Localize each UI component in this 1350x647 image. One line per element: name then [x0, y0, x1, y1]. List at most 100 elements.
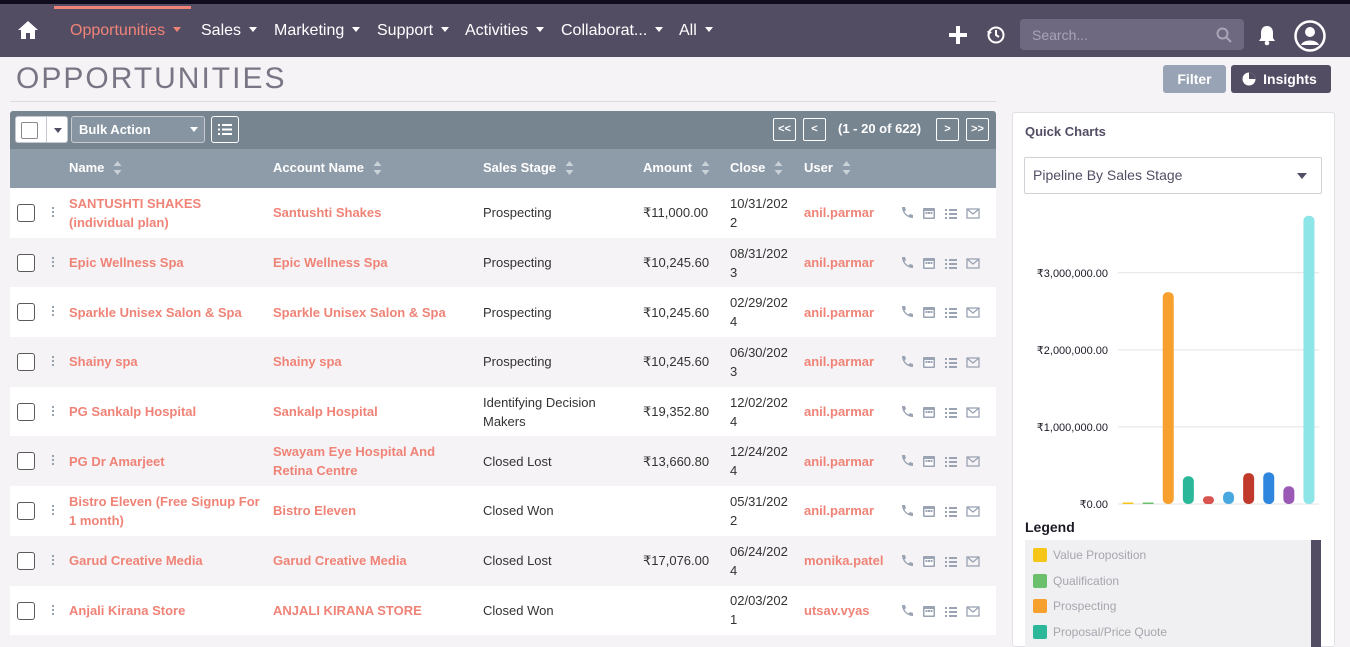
opportunity-name-link[interactable]: Epic Wellness Spa [69, 238, 261, 288]
chart-bar[interactable] [1122, 502, 1134, 505]
account-name-link[interactable]: Garud Creative Media [273, 536, 473, 586]
email-icon[interactable] [966, 256, 980, 270]
tasks-icon[interactable] [944, 405, 958, 419]
row-checkbox[interactable] [17, 402, 35, 421]
account-name-link[interactable]: Santushti Shakes [273, 188, 473, 238]
row-menu-icon[interactable] [51, 504, 55, 516]
phone-icon[interactable] [900, 554, 914, 568]
tasks-icon[interactable] [944, 504, 958, 518]
opportunity-name-link[interactable]: PG Sankalp Hospital [69, 387, 261, 437]
assigned-user-link[interactable]: anil.parmar [804, 287, 894, 337]
opportunity-name-link[interactable]: PG Dr Amarjeet [69, 436, 261, 486]
phone-icon[interactable] [900, 355, 914, 369]
phone-icon[interactable] [900, 604, 914, 618]
tasks-icon[interactable] [944, 256, 958, 270]
column-chooser-button[interactable] [211, 116, 239, 143]
calendar-icon[interactable] [922, 554, 936, 568]
column-header-account-name[interactable]: Account Name [273, 160, 382, 176]
search-icon[interactable] [1216, 27, 1232, 43]
row-menu-icon[interactable] [51, 206, 55, 218]
chart-bar[interactable] [1303, 215, 1315, 504]
menu-marketing[interactable]: Marketing [274, 14, 361, 48]
user-avatar-icon[interactable] [1294, 20, 1326, 52]
account-name-link[interactable]: ANJALI KIRANA STORE [273, 586, 473, 636]
account-name-link[interactable]: Sparkle Unisex Salon & Spa [273, 287, 473, 337]
tasks-icon[interactable] [944, 305, 958, 319]
assigned-user-link[interactable]: anil.parmar [804, 486, 894, 536]
tasks-icon[interactable] [944, 355, 958, 369]
chart-bar[interactable] [1182, 476, 1194, 504]
account-name-link[interactable]: Epic Wellness Spa [273, 238, 473, 288]
chart-bar[interactable] [1162, 292, 1174, 504]
menu-opportunities[interactable]: Opportunities [70, 14, 182, 48]
legend-item[interactable]: Value Proposition [1033, 548, 1146, 562]
assigned-user-link[interactable]: monika.patel [804, 536, 894, 586]
row-menu-icon[interactable] [51, 405, 55, 417]
select-all-dropdown[interactable] [15, 116, 68, 143]
column-header-name[interactable]: Name [69, 160, 122, 176]
row-menu-icon[interactable] [51, 554, 55, 566]
chart-bar[interactable] [1223, 491, 1235, 504]
account-name-link[interactable]: Bistro Eleven [273, 486, 473, 536]
menu-all[interactable]: All [679, 14, 713, 48]
calendar-icon[interactable] [922, 355, 936, 369]
phone-icon[interactable] [900, 206, 914, 220]
tasks-icon[interactable] [944, 554, 958, 568]
row-checkbox[interactable] [17, 452, 35, 471]
row-checkbox[interactable] [17, 303, 35, 322]
chart-bar[interactable] [1283, 486, 1295, 504]
chart-type-select[interactable]: Pipeline By Sales Stage [1024, 157, 1322, 194]
row-menu-icon[interactable] [51, 454, 55, 466]
row-checkbox[interactable] [17, 353, 35, 372]
filter-button[interactable]: Filter [1163, 65, 1226, 93]
bulk-action-dropdown[interactable]: Bulk Action [71, 116, 205, 143]
opportunity-name-link[interactable]: Garud Creative Media [69, 536, 261, 586]
calendar-icon[interactable] [922, 206, 936, 220]
opportunity-name-link[interactable]: Sparkle Unisex Salon & Spa [69, 287, 261, 337]
email-icon[interactable] [966, 305, 980, 319]
menu-support[interactable]: Support [377, 14, 450, 48]
account-name-link[interactable]: Sankalp Hospital [273, 387, 473, 437]
opportunity-name-link[interactable]: Bistro Eleven (Free Signup For 1 month) [69, 486, 261, 536]
tasks-icon[interactable] [944, 604, 958, 618]
row-checkbox[interactable] [17, 601, 35, 620]
row-menu-icon[interactable] [51, 256, 55, 268]
column-header-amount[interactable]: Amount [643, 160, 710, 176]
insights-button[interactable]: Insights [1231, 65, 1331, 93]
email-icon[interactable] [966, 604, 980, 618]
opportunity-name-link[interactable]: SANTUSHTI SHAKES (individual plan) [69, 188, 261, 238]
account-name-link[interactable]: Swayam Eye Hospital And Retina Centre [273, 436, 473, 486]
email-icon[interactable] [966, 206, 980, 220]
plus-icon[interactable] [948, 25, 968, 45]
column-header-close[interactable]: Close [730, 160, 783, 176]
opportunity-name-link[interactable]: Anjali Kirana Store [69, 586, 261, 636]
bell-icon[interactable] [1257, 24, 1277, 46]
calendar-icon[interactable] [922, 504, 936, 518]
menu-sales[interactable]: Sales [201, 14, 258, 48]
calendar-icon[interactable] [922, 454, 936, 468]
phone-icon[interactable] [900, 305, 914, 319]
search-box[interactable] [1020, 19, 1244, 50]
history-icon[interactable] [986, 25, 1006, 45]
email-icon[interactable] [966, 554, 980, 568]
row-menu-icon[interactable] [51, 604, 55, 616]
phone-icon[interactable] [900, 405, 914, 419]
row-menu-icon[interactable] [51, 305, 55, 317]
opportunity-name-link[interactable]: Shainy spa [69, 337, 261, 387]
email-icon[interactable] [966, 504, 980, 518]
account-name-link[interactable]: Shainy spa [273, 337, 473, 387]
row-checkbox[interactable] [17, 502, 35, 521]
first-page-button[interactable]: << [773, 118, 796, 141]
next-page-button[interactable]: > [936, 118, 959, 141]
assigned-user-link[interactable]: anil.parmar [804, 337, 894, 387]
chart-bar[interactable] [1142, 502, 1154, 505]
email-icon[interactable] [966, 405, 980, 419]
phone-icon[interactable] [900, 504, 914, 518]
search-input[interactable] [1020, 19, 1210, 50]
row-menu-icon[interactable] [51, 355, 55, 367]
legend-item[interactable]: Proposal/Price Quote [1033, 624, 1167, 639]
calendar-icon[interactable] [922, 604, 936, 618]
row-checkbox[interactable] [17, 253, 35, 272]
assigned-user-link[interactable]: anil.parmar [804, 436, 894, 486]
chart-bar[interactable] [1243, 473, 1255, 504]
